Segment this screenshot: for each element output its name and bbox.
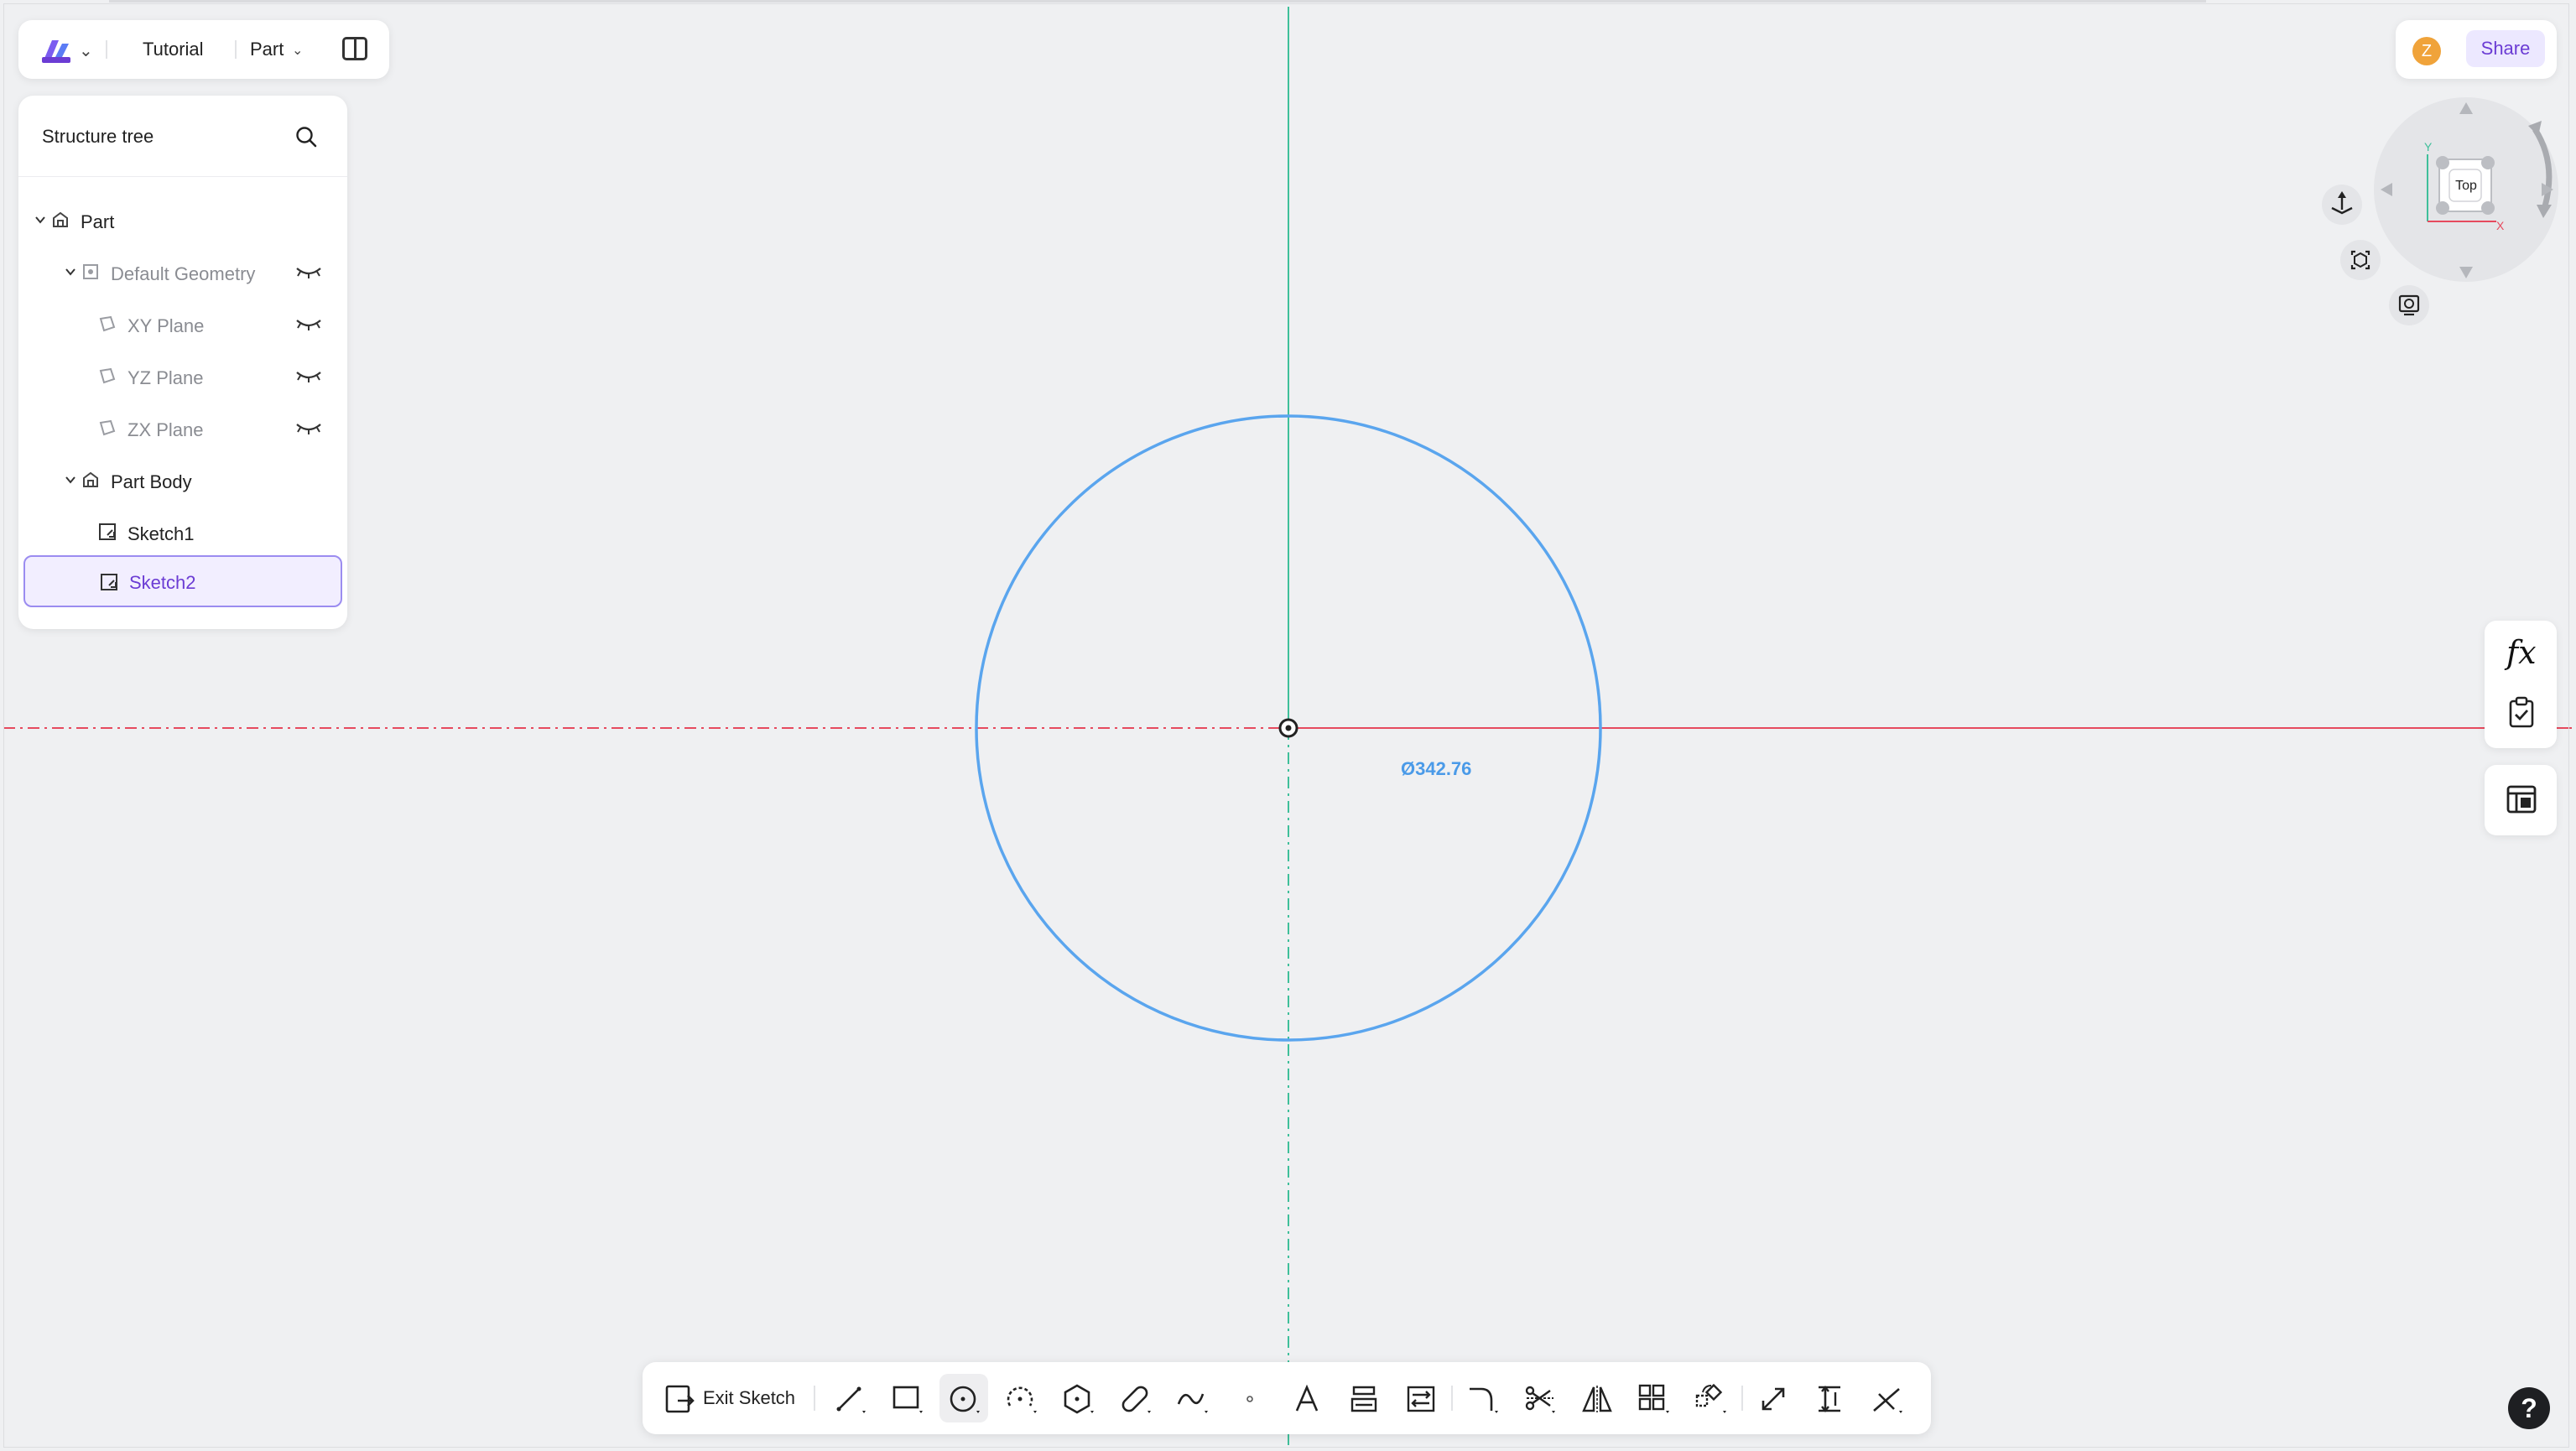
eye-closed-icon[interactable]	[295, 265, 322, 280]
dimension-tool[interactable]	[1805, 1374, 1854, 1422]
tab-tutorial[interactable]: Tutorial	[143, 39, 204, 60]
tree-item-sketch1[interactable]: Sketch1	[18, 508, 347, 557]
geometry-icon	[83, 264, 98, 279]
body-icon	[83, 471, 98, 487]
tree-item-part-body[interactable]: Part Body	[18, 456, 347, 505]
divider	[18, 176, 347, 177]
rectangle-tool[interactable]	[882, 1374, 931, 1422]
chevron-down-icon[interactable]	[64, 265, 77, 278]
axis-x-label: X	[2496, 219, 2505, 232]
sketch-toolbar: Exit Sketch	[643, 1362, 1931, 1434]
display-mode-icon[interactable]	[2387, 283, 2431, 327]
circle-tool[interactable]	[939, 1374, 988, 1422]
point-tool[interactable]	[1225, 1374, 1273, 1422]
logo-menu-chevron-icon[interactable]: ⌄	[79, 40, 93, 61]
eye-closed-icon[interactable]	[295, 369, 322, 384]
eye-closed-icon[interactable]	[295, 421, 322, 436]
divider	[814, 1386, 815, 1411]
spline-tool[interactable]	[1168, 1374, 1216, 1422]
trim-tool[interactable]	[1515, 1374, 1564, 1422]
tree-item-label: Sketch1	[127, 523, 195, 544]
side-tools-panel-2	[2485, 765, 2557, 835]
tree-item-label: ZX Plane	[127, 419, 204, 440]
viewcube-face-label[interactable]: Top	[2455, 179, 2477, 193]
slot-tool[interactable]	[1111, 1374, 1159, 1422]
fit-view-icon[interactable]	[2339, 238, 2382, 282]
tree-item-yz-plane[interactable]: YZ Plane	[18, 352, 347, 401]
table-icon[interactable]	[2506, 785, 2537, 814]
tree-item-label: Default Geometry	[111, 263, 256, 284]
tree-item-part[interactable]: Part	[18, 196, 347, 245]
diameter-dimension[interactable]: Ø342.76	[1401, 758, 1471, 780]
sketch-canvas[interactable]	[0, 0, 2576, 1451]
line-tool[interactable]	[825, 1374, 874, 1422]
tree-item-zx-plane[interactable]: ZX Plane	[18, 404, 347, 453]
structure-tree-panel: Structure tree Part Default Geometry XY …	[18, 96, 347, 629]
tree-item-label: Sketch2	[129, 572, 196, 593]
panel-toggle-icon[interactable]	[342, 37, 367, 60]
avatar[interactable]: Z	[2412, 37, 2441, 65]
eye-closed-icon[interactable]	[295, 317, 322, 332]
divider	[1451, 1386, 1453, 1411]
clipboard-check-icon[interactable]	[2508, 696, 2535, 728]
fillet-tool[interactable]	[1458, 1374, 1507, 1422]
axis-y-label: Y	[2424, 140, 2433, 153]
tree-item-xy-plane[interactable]: XY Plane	[18, 300, 347, 349]
plane-icon	[99, 367, 116, 384]
convert-tool[interactable]	[1396, 1374, 1444, 1422]
tree-item-default-geometry[interactable]: Default Geometry	[18, 248, 347, 297]
mirror-tool[interactable]	[1572, 1374, 1621, 1422]
app-logo-icon[interactable]	[40, 35, 72, 64]
polygon-tool[interactable]	[1054, 1374, 1102, 1422]
constraint-tool[interactable]	[1862, 1374, 1911, 1422]
help-button[interactable]: ?	[2508, 1387, 2550, 1429]
offset-tool[interactable]	[1748, 1374, 1797, 1422]
plane-icon	[99, 419, 116, 436]
share-button[interactable]: Share	[2466, 30, 2545, 67]
plane-icon	[99, 315, 116, 332]
chevron-down-icon[interactable]	[64, 473, 77, 486]
tree-item-label: YZ Plane	[127, 367, 204, 388]
structure-tree-title: Structure tree	[42, 126, 154, 147]
mode-chevron-down-icon[interactable]: ⌄	[292, 42, 303, 59]
side-tools-panel: fx	[2485, 621, 2557, 748]
transform-tool[interactable]	[1686, 1374, 1735, 1422]
pattern-tool[interactable]	[1629, 1374, 1678, 1422]
view-orient-icon[interactable]	[2320, 183, 2364, 226]
sketch-icon	[101, 574, 117, 590]
search-icon[interactable]	[295, 126, 317, 148]
share-bar: Z Share	[2396, 20, 2557, 79]
project-tool[interactable]	[1339, 1374, 1387, 1422]
sketch-icon	[99, 523, 116, 540]
exit-sketch-icon	[665, 1385, 695, 1413]
divider	[106, 40, 107, 59]
arc-tool[interactable]	[997, 1374, 1045, 1422]
top-bar: ⌄ Tutorial Part ⌄	[18, 20, 389, 79]
formula-button[interactable]: fx	[2506, 634, 2537, 671]
divider	[1741, 1386, 1743, 1411]
tree-item-sketch2[interactable]: Sketch2	[23, 555, 342, 607]
exit-sketch-label: Exit Sketch	[703, 1387, 796, 1408]
chevron-down-icon[interactable]	[34, 213, 47, 226]
tree-item-label: XY Plane	[127, 315, 205, 336]
part-icon	[53, 211, 68, 227]
tree-item-label: Part Body	[111, 471, 192, 492]
mode-selector[interactable]: Part	[250, 39, 284, 60]
divider	[235, 40, 237, 59]
text-tool[interactable]	[1282, 1374, 1330, 1422]
tree-item-label: Part	[81, 211, 115, 232]
